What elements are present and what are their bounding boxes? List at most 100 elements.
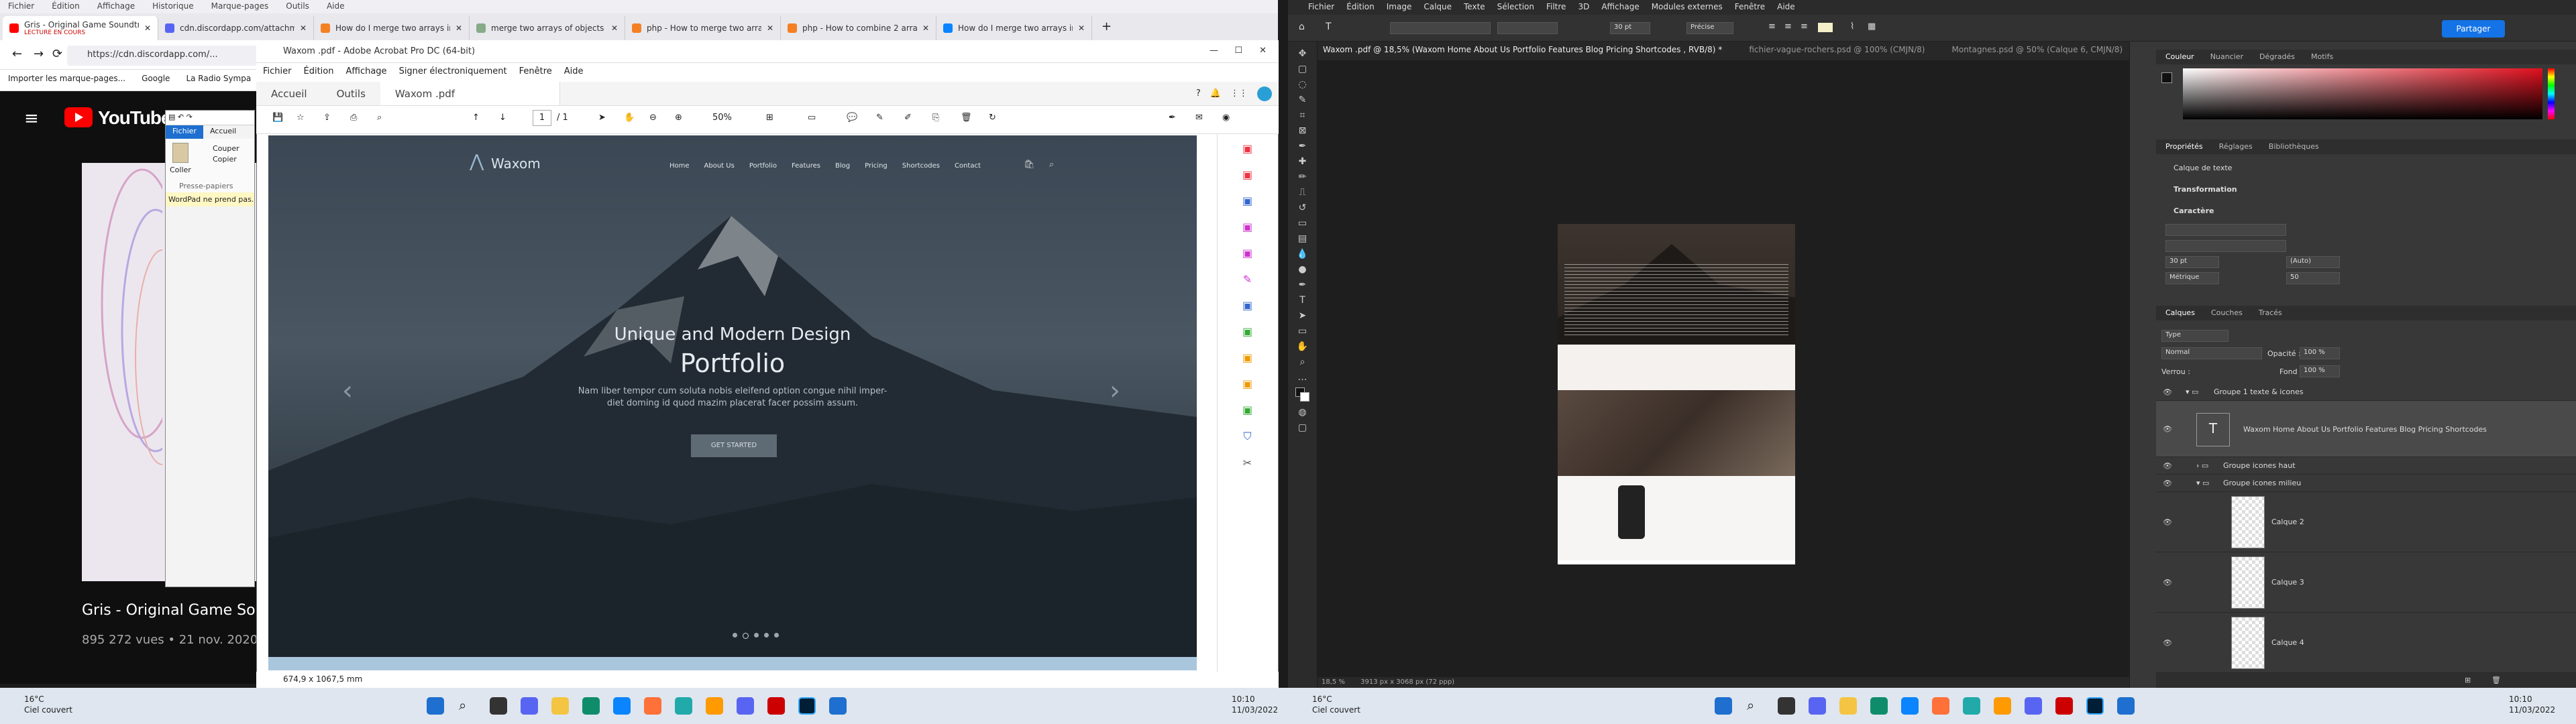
discord-icon[interactable] [2025,697,2042,715]
font-style-select[interactable] [1497,22,1558,34]
comment-icon[interactable]: 💬 [847,113,857,123]
pdf-nav-contact[interactable]: Contact [955,162,981,170]
rotate-icon[interactable]: ↻ [989,113,996,123]
stamp-tool-icon[interactable]: ⎍ [1299,187,1306,198]
ps-menu-item[interactable]: Sélection [1497,2,1534,15]
back-arrow-icon[interactable]: ← [12,47,22,61]
edge-icon[interactable] [1870,697,1888,715]
menu-affichage[interactable]: Affichage [97,1,135,12]
character-section[interactable]: Caractère [2174,206,2214,215]
edit-pdf-icon[interactable]: ▣ [1242,194,1252,207]
transform-section[interactable]: Transformation [2174,185,2237,194]
close-tab-icon[interactable]: ✕ [767,23,773,33]
quick-select-tool-icon[interactable]: ✎ [1299,95,1307,105]
tab-proprietes[interactable]: Propriétés [2165,142,2203,152]
minimize-icon[interactable]: — [1210,46,1218,56]
char-size-field[interactable]: 30 pt [2165,256,2219,268]
character-panel-icon[interactable]: ▦ [1868,21,1876,32]
hamburger-menu-icon[interactable]: ≡ [24,109,39,129]
font-size-select[interactable]: 30 pt [1610,22,1650,34]
pdf-nav-blog[interactable]: Blog [835,162,850,170]
eyedropper-tool-icon[interactable]: ✒ [1299,141,1307,152]
ps-zoom-level[interactable]: 18,5 % [1322,678,1345,686]
illustrator-icon[interactable] [1994,697,2011,715]
browser-tab[interactable]: Gris - Original Game Soundtr... LECTURE E… [3,16,158,40]
align-right-icon[interactable]: ≡ [1801,21,1808,32]
acro-menu-signer[interactable]: Signer électroniquement [399,66,507,78]
char-leading-field[interactable]: (Auto) [2286,256,2340,268]
blur-tool-icon[interactable]: 💧 [1297,249,1308,259]
draw-icon[interactable]: ✐ [904,113,912,123]
clock-date[interactable]: 11/03/2022 [1232,705,1278,715]
search-icon[interactable]: ⌕ [1747,697,1764,715]
crop-tool-icon[interactable]: ⌗ [1300,110,1305,121]
hand-tool-icon[interactable]: ✋ [1297,341,1308,352]
search-icon[interactable]: ⌕ [1049,160,1054,170]
fit-page-icon[interactable]: ⊞ [766,113,773,123]
share-button[interactable]: Partager [2442,20,2505,38]
print-icon[interactable]: ⎙ [350,113,357,123]
layer-row-pixel[interactable]: 👁 Calque 3 [2156,552,2576,613]
discord-icon[interactable] [737,697,754,715]
eraser-tool-icon[interactable]: ▭ [1298,218,1307,229]
menu-marque-pages[interactable]: Marque-pages [211,1,269,12]
acro-menu-aide[interactable]: Aide [564,66,584,78]
task-view-icon[interactable] [1778,697,1795,715]
tab-outils[interactable]: Outils [322,82,380,105]
account-icon[interactable]: ◉ [1222,113,1230,123]
eye-icon[interactable]: 👁 [2163,578,2172,587]
hue-slider[interactable] [2548,68,2555,119]
wordpad-icon[interactable] [829,697,847,715]
comment-tool-icon[interactable]: ▣ [1242,221,1252,233]
ps-menu-item[interactable]: Fenêtre [1735,2,1765,15]
fill-field[interactable]: 100 % [2300,365,2340,377]
ps-menu-item[interactable]: Fichier [1308,2,1334,15]
acro-menu-affichage[interactable]: Affichage [345,66,386,78]
wordpad-icon[interactable] [2117,697,2135,715]
cut-button[interactable]: Couper [213,144,239,153]
mail-icon[interactable]: ✉ [1195,113,1203,123]
menu-fichier[interactable]: Fichier [8,1,34,12]
eye-icon[interactable]: 👁 [2163,479,2172,487]
more-tools-icon[interactable]: ✂ [1243,457,1252,469]
get-started-button[interactable]: GET STARTED [691,434,777,457]
weather-desc[interactable]: Ciel couvert [24,705,72,715]
align-center-icon[interactable]: ≡ [1784,21,1792,32]
photoshop-icon[interactable] [2086,697,2104,715]
slider-next-icon[interactable]: › [1110,375,1120,406]
layer-row-text-selected[interactable]: 👁 T Waxom Home About Us Portfolio Featur… [2156,401,2576,457]
file-explorer-icon[interactable] [551,697,569,715]
weather-temp[interactable]: 16°C [24,695,44,704]
eye-icon[interactable]: 👁 [2163,387,2172,396]
eye-icon[interactable]: 👁 [2163,638,2172,647]
zoom-out-icon[interactable]: ⊖ [649,113,657,123]
slider-prev-icon[interactable]: ‹ [342,375,353,406]
tab-traces[interactable]: Tracés [2259,308,2282,318]
highlight-icon[interactable]: ✎ [876,113,883,123]
browser-tab[interactable]: How do I merge two arrays in J... ✕ [936,16,1092,40]
tab-couleur[interactable]: Couleur [2165,52,2194,62]
stamp-icon[interactable]: ⎘ [932,113,939,123]
pdf-nav-home[interactable]: Home [669,162,690,170]
redact-icon[interactable]: ⛉ [1243,430,1251,443]
color-picker-field[interactable] [2183,68,2542,119]
clock-time[interactable]: 10:10 [2509,695,2532,704]
move-tool-icon[interactable]: ✥ [1299,48,1307,59]
close-tab-icon[interactable]: ✕ [611,23,618,33]
combine-icon[interactable]: ▣ [1242,247,1252,259]
youtube-logo-icon[interactable] [64,107,93,127]
store-icon[interactable] [1901,697,1919,715]
type-tool-icon[interactable]: T [1299,295,1305,306]
pdf-nav-features[interactable]: Features [792,162,820,170]
lasso-tool-icon[interactable]: ◌ [1298,79,1306,90]
next-page-icon[interactable]: ↓ [499,113,506,123]
pdf-nav-portfolio[interactable]: Portfolio [749,162,777,170]
firefox-icon[interactable] [1932,697,1949,715]
char-style-select[interactable] [2165,240,2286,252]
save-icon[interactable]: 💾 [272,113,283,123]
browser-tab[interactable]: How do I merge two arrays in J... ✕ [314,16,470,40]
bell-icon[interactable]: 🔔 [1210,88,1221,99]
acro-menu-fenetre[interactable]: Fenêtre [519,66,552,78]
pen-tool-icon[interactable]: ✒ [1299,280,1307,290]
shape-tool-icon[interactable]: ▭ [1298,326,1307,337]
